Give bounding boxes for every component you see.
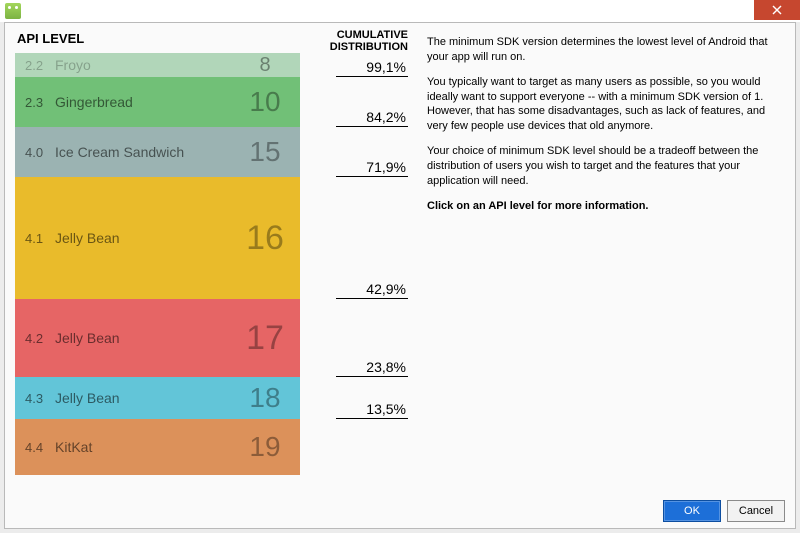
info-paragraph: The minimum SDK version determines the l… [427, 35, 781, 65]
cumulative-label: 99,1% [336, 59, 408, 77]
version-name: KitKat [55, 439, 230, 455]
header-api-level: API LEVEL [15, 27, 300, 53]
version-number: 4.0 [25, 145, 55, 160]
api-number: 19 [230, 431, 300, 463]
version-number: 4.1 [25, 231, 55, 246]
version-name: Froyo [55, 57, 230, 73]
dialog: API LEVEL CUMULATIVEDISTRIBUTION 2.2Froy… [4, 22, 796, 529]
api-number: 10 [230, 86, 300, 118]
api-row[interactable]: 2.2Froyo8 [15, 53, 300, 77]
android-icon [5, 3, 21, 19]
api-row[interactable]: 4.3Jelly Bean18 [15, 377, 300, 419]
info-panel: The minimum SDK version determines the l… [415, 27, 785, 492]
version-number: 4.2 [25, 331, 55, 346]
api-row[interactable]: 2.3Gingerbread10 [15, 77, 300, 127]
close-icon [772, 5, 782, 15]
version-number: 4.4 [25, 440, 55, 455]
version-number: 4.3 [25, 391, 55, 406]
api-row[interactable]: 4.2Jelly Bean17 [15, 299, 300, 377]
version-name: Jelly Bean [55, 330, 230, 346]
version-name: Jelly Bean [55, 390, 230, 406]
cumulative-label: 13,5% [336, 401, 408, 419]
cumulative-label: 42,9% [336, 281, 408, 299]
api-number: 8 [230, 54, 300, 77]
ok-button[interactable]: OK [663, 500, 721, 522]
version-number: 2.3 [25, 95, 55, 110]
api-row[interactable]: 4.0Ice Cream Sandwich15 [15, 127, 300, 177]
api-chart: API LEVEL CUMULATIVEDISTRIBUTION 2.2Froy… [15, 27, 415, 492]
version-number: 2.2 [25, 58, 55, 73]
header-cumulative: CUMULATIVEDISTRIBUTION [300, 27, 408, 53]
cumulative-label: 84,2% [336, 109, 408, 127]
api-number: 17 [230, 319, 300, 358]
close-button[interactable] [754, 0, 800, 20]
version-name: Gingerbread [55, 94, 230, 110]
info-click-hint: Click on an API level for more informati… [427, 199, 781, 214]
cumulative-label: 71,9% [336, 159, 408, 177]
api-row[interactable]: 4.4KitKat19 [15, 419, 300, 475]
version-name: Ice Cream Sandwich [55, 144, 230, 160]
info-paragraph: Your choice of minimum SDK level should … [427, 144, 781, 189]
titlebar [0, 0, 800, 22]
api-number: 15 [230, 136, 300, 168]
info-paragraph: You typically want to target as many use… [427, 75, 781, 134]
api-row[interactable]: 4.1Jelly Bean16 [15, 177, 300, 299]
cancel-button[interactable]: Cancel [727, 500, 785, 522]
api-number: 18 [230, 382, 300, 414]
api-number: 16 [230, 219, 300, 258]
cumulative-label: 23,8% [336, 359, 408, 377]
version-name: Jelly Bean [55, 230, 230, 246]
